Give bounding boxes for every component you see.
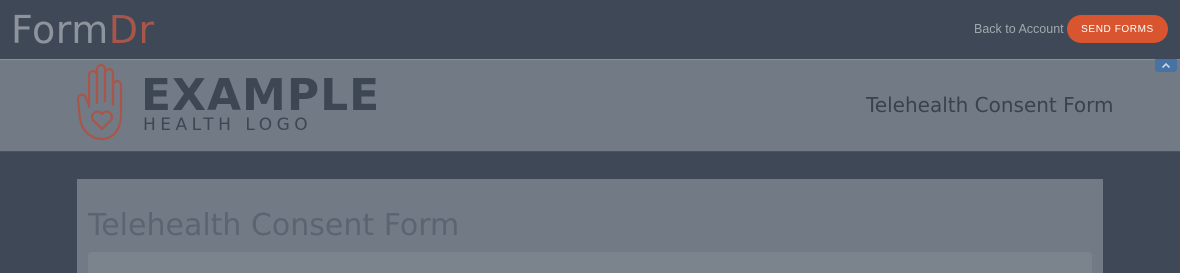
form-field-placeholder xyxy=(88,252,1092,273)
send-forms-button[interactable]: SEND FORMS xyxy=(1067,15,1168,43)
chevron-up-icon xyxy=(1161,62,1171,69)
top-app-bar: FormDr Back to Account SEND FORMS xyxy=(0,0,1180,59)
collapse-header-toggle[interactable] xyxy=(1155,59,1177,72)
formdr-logo[interactable]: FormDr xyxy=(11,8,155,52)
hand-heart-logo-icon xyxy=(75,63,131,146)
brand-text-form: Form xyxy=(11,8,109,52)
header-form-title: Telehealth Consent Form xyxy=(866,93,1114,117)
logo-text-line2: HEALTH LOGO xyxy=(143,115,313,135)
form-title: Telehealth Consent Form xyxy=(88,208,460,243)
logo-text-line1: EXAMPLE xyxy=(141,70,381,121)
back-to-account-link[interactable]: Back to Account xyxy=(974,21,1064,37)
brand-text-dr: Dr xyxy=(108,8,155,52)
